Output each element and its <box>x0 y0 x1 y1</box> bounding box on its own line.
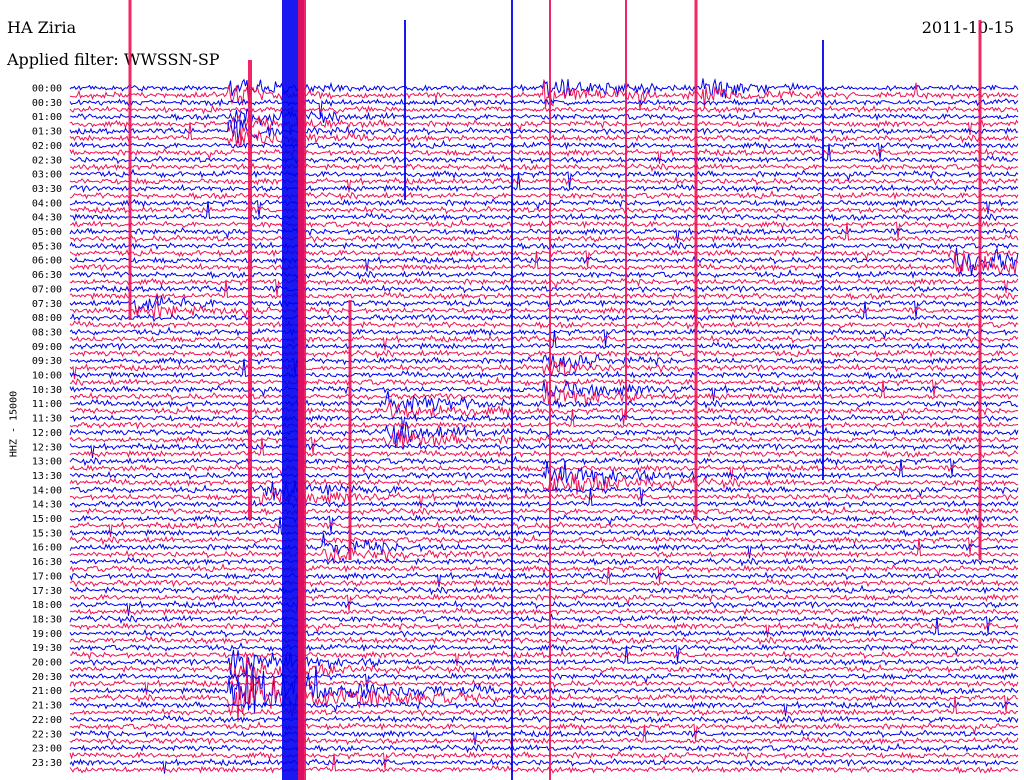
trace-line <box>69 380 1019 401</box>
trace-line <box>69 401 1019 426</box>
row-time-label: 08:30 <box>32 327 62 338</box>
event-spike <box>128 0 132 320</box>
row-time-label: 09:30 <box>32 356 62 367</box>
trace-line <box>69 284 1019 294</box>
row-time-label: 10:30 <box>32 385 62 396</box>
row-time-label: 05:00 <box>32 227 62 238</box>
row-time-label: 06:30 <box>32 270 62 281</box>
row-time-label: 02:00 <box>32 141 62 152</box>
row-time-label: 23:30 <box>32 758 62 769</box>
trace-line <box>69 413 1019 430</box>
row-time-label: 13:30 <box>32 471 62 482</box>
row-time-label: 22:00 <box>32 715 62 726</box>
row-time-label: 09:00 <box>32 342 62 353</box>
trace-line <box>69 714 1019 725</box>
trace-line <box>69 277 1019 297</box>
trace-line <box>69 251 1019 277</box>
trace-line <box>69 757 1019 774</box>
event-spike <box>298 0 306 780</box>
row-time-label: 02:30 <box>32 155 62 166</box>
trace-line <box>69 320 1019 330</box>
trace-line <box>69 534 1019 555</box>
trace-line <box>69 700 1019 717</box>
row-time-label: 20:30 <box>32 672 62 683</box>
row-time-label: 05:30 <box>32 241 62 252</box>
row-time-label: 21:30 <box>32 701 62 712</box>
row-time-label: 04:30 <box>32 213 62 224</box>
row-time-label: 00:00 <box>32 84 62 95</box>
row-time-label: 01:00 <box>32 112 62 123</box>
trace-line <box>69 671 1019 722</box>
trace-line <box>69 641 1019 663</box>
trace-line <box>69 613 1019 634</box>
trace-line <box>69 205 1019 215</box>
trace-line <box>69 650 1019 667</box>
row-time-label: 11:00 <box>32 399 62 410</box>
row-time-label: 12:30 <box>32 442 62 453</box>
row-time-label: 18:00 <box>32 600 62 611</box>
row-time-label: 22:30 <box>32 729 62 740</box>
row-time-label: 01:30 <box>32 127 62 138</box>
trace-line <box>69 189 1019 201</box>
event-spike <box>625 0 627 420</box>
trace-line <box>69 671 1019 691</box>
event-spike <box>404 20 406 200</box>
event-spike <box>978 20 982 560</box>
trace-line <box>69 268 1019 280</box>
trace-line <box>69 635 1019 646</box>
row-time-label: 14:30 <box>32 500 62 511</box>
trace-line <box>69 247 1019 268</box>
row-time-label: 16:00 <box>32 543 62 554</box>
event-spike <box>348 300 352 560</box>
row-time-label: 07:00 <box>32 284 62 295</box>
row-time-label: 15:00 <box>32 514 62 525</box>
row-time-label: 17:00 <box>32 571 62 582</box>
row-time-label: 03:30 <box>32 184 62 195</box>
row-time-label: 00:30 <box>32 98 62 109</box>
row-time-label: 14:00 <box>32 485 62 496</box>
event-spike <box>694 0 698 520</box>
row-time-label: 21:00 <box>32 686 62 697</box>
trace-line <box>69 600 1019 616</box>
row-time-label: 11:30 <box>32 414 62 425</box>
event-spike <box>822 40 824 480</box>
trace-line <box>69 176 1019 193</box>
trace-line <box>69 742 1019 754</box>
trace-line <box>69 226 1019 243</box>
trace-line <box>69 442 1019 458</box>
row-time-label: 07:30 <box>32 299 62 310</box>
row-time-label: 23:00 <box>32 744 62 755</box>
helicorder-plot: 00:00 00:30 01:00 01:30 02:00 02:30 03:00 03:30… <box>32 0 1019 780</box>
row-time-label: 20:00 <box>32 658 62 669</box>
row-time-label: 10:00 <box>32 371 62 382</box>
trace-line <box>69 241 1019 252</box>
trace-line <box>69 584 1019 596</box>
row-time-label: 12:00 <box>32 428 62 439</box>
row-time-label: 15:30 <box>32 528 62 539</box>
event-spike <box>248 60 252 520</box>
row-time-label: 04:00 <box>32 198 62 209</box>
row-time-label: 03:00 <box>32 170 62 181</box>
trace-line <box>69 473 1019 495</box>
row-time-label: 13:00 <box>32 457 62 468</box>
event-spike <box>511 0 513 780</box>
row-time-label: 16:30 <box>32 557 62 568</box>
row-time-label: 19:00 <box>32 629 62 640</box>
row-time-label: 18:30 <box>32 614 62 625</box>
row-time-label: 06:00 <box>32 256 62 267</box>
row-time-label: 08:00 <box>32 313 62 324</box>
row-time-label: 19:30 <box>32 643 62 654</box>
trace-line <box>69 556 1019 567</box>
trace-line <box>69 198 1019 218</box>
trace-line <box>69 104 1019 115</box>
trace-line <box>69 218 1019 239</box>
trace-line <box>69 334 1019 351</box>
trace-line <box>69 162 1019 173</box>
row-time-label: 17:30 <box>32 586 62 597</box>
trace-line <box>69 326 1019 347</box>
trace-line <box>69 294 1019 318</box>
trace-line <box>69 505 1019 517</box>
event-spike <box>549 0 551 780</box>
